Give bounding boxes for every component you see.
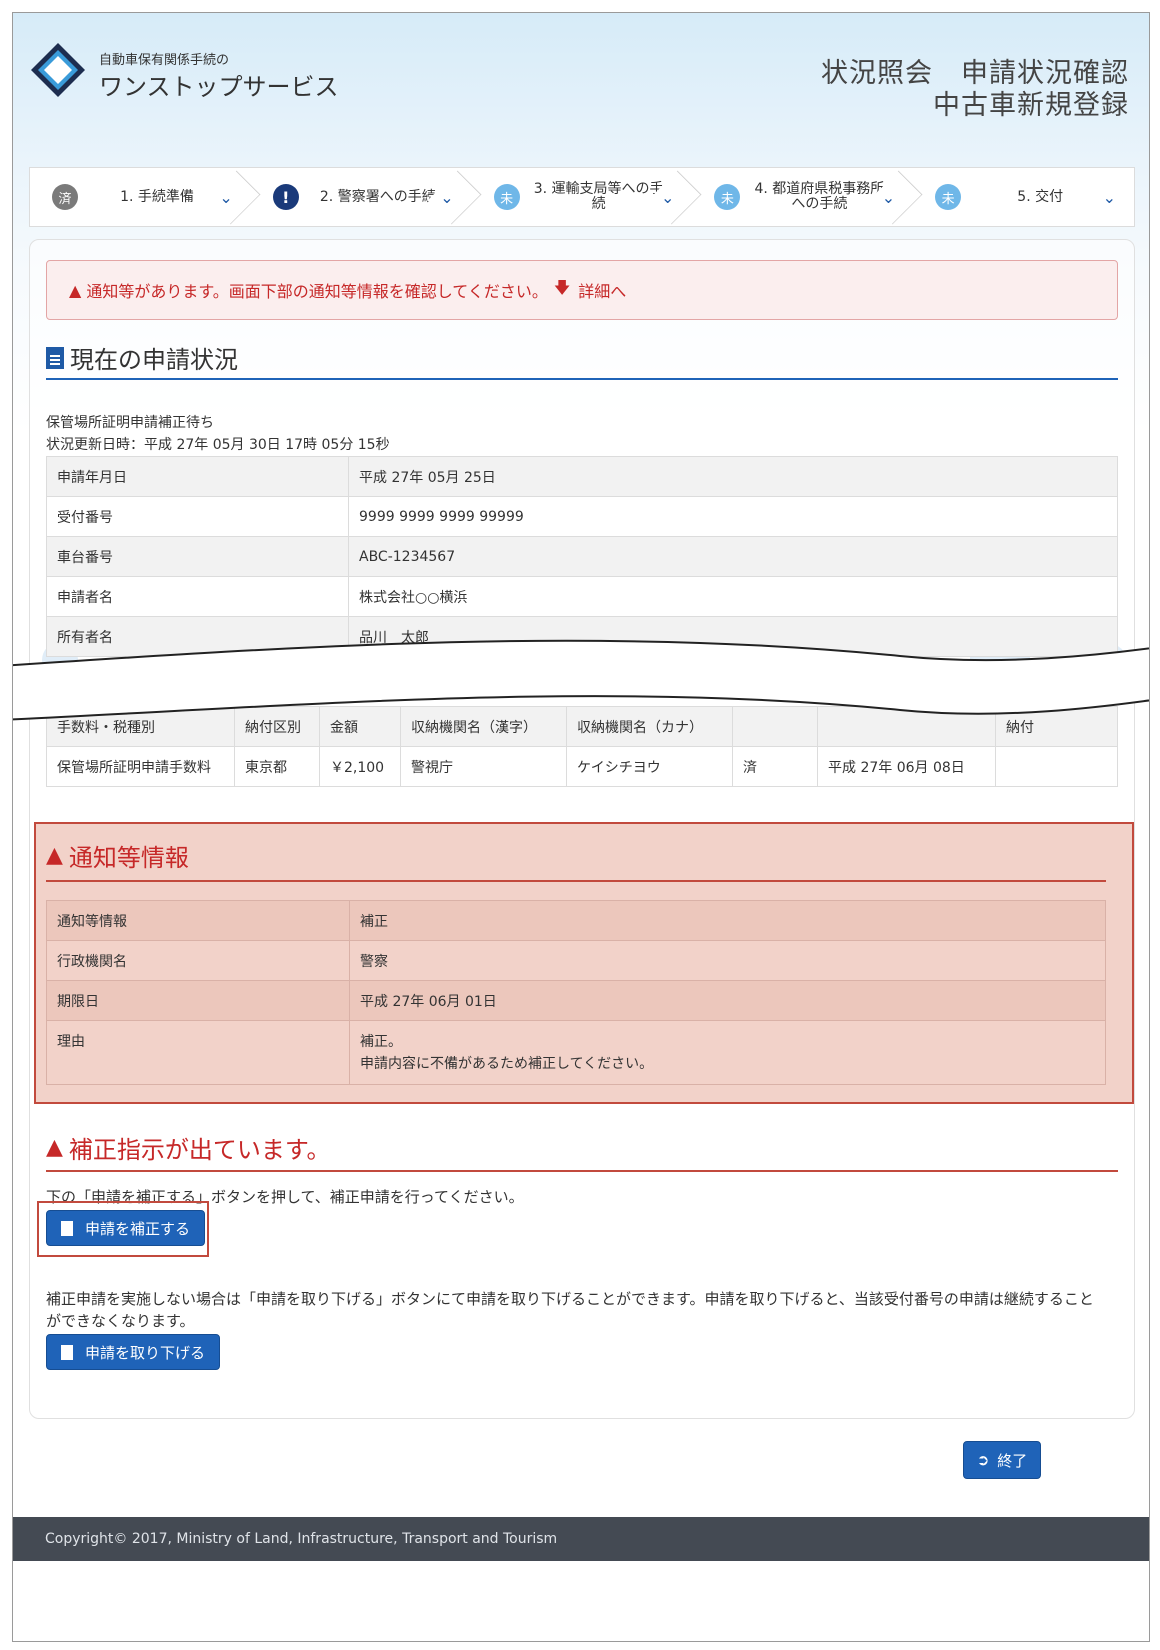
application-status: 保管場所証明申請補正待ち — [46, 415, 214, 431]
step-label: 4. 都道府県税事務所への手続 — [754, 181, 885, 212]
table-cell: 済 — [732, 746, 818, 787]
step-label: 5. 交付 — [1017, 188, 1064, 205]
chevron-down-icon[interactable]: ⌄ — [882, 188, 895, 207]
step-label: 3. 運輸支局等への手続 — [533, 181, 664, 212]
current-status-title: 現在の申請状況 — [70, 346, 238, 374]
table-row: 通知等情報 補正 — [46, 900, 1106, 941]
row-value: 9999 9999 9999 99999 — [348, 496, 1118, 537]
current-status-heading: 現在の申請状況 — [46, 340, 238, 375]
table-row: 保管場所証明申請手数料 東京都 ￥2,100 警視庁 ケイシチヨウ 済 平成 2… — [46, 746, 1118, 787]
step-3[interactable]: 未 3. 運輸支局等への手続 ⌄ — [472, 168, 702, 226]
step-todo-badge: 未 — [714, 184, 741, 210]
warning-icon: ▲ — [46, 1135, 63, 1160]
table-cell: 保管場所証明申請手数料 — [46, 746, 235, 787]
step-label: 2. 警察署への手続 — [319, 188, 436, 205]
document-icon — [46, 346, 64, 369]
button-label: 終了 — [997, 1451, 1028, 1470]
table-row: 理由 補正。 申請内容に不備があるため補正してください。 — [46, 1020, 1106, 1085]
table-row: 申請者名 株式会社○○横浜 — [46, 576, 1118, 617]
notification-title: 通知等情報 — [68, 844, 189, 872]
row-value: ABC-1234567 — [348, 536, 1118, 577]
warning-icon: ▲ — [69, 280, 87, 300]
footer: Copyright© 2017, Ministry of Land, Infra… — [13, 1517, 1149, 1561]
table-cell: 警視庁 — [400, 746, 567, 787]
row-label: 行政機関名 — [46, 940, 350, 981]
step-progress-bar: 済 1. 手続準備 ⌄ ! 2. 警察署への手続 ⌄ 未 3. 運輸支局等への手… — [29, 167, 1135, 227]
row-label: 申請者名 — [46, 576, 349, 617]
table-cell: 東京都 — [234, 746, 320, 787]
button-label: 申請を取り下げる — [85, 1343, 206, 1362]
page-frame: 自動車保有関係手続の ワンストップサービス 状況照会 申請状況確認 中古車新規登… — [12, 12, 1150, 1642]
row-value: 平成 27年 06月 01日 — [349, 980, 1106, 1021]
row-value: 警察 — [349, 940, 1106, 981]
row-label: 車台番号 — [46, 536, 349, 577]
highlight-frame — [37, 1201, 209, 1257]
table-row: 期限日 平成 27年 06月 01日 — [46, 980, 1106, 1021]
row-value: 補正 — [349, 900, 1106, 941]
withdraw-application-button[interactable]: 申請を取り下げる — [46, 1334, 221, 1370]
section-divider — [46, 378, 1118, 380]
step-label: 1. 手続準備 — [120, 188, 194, 205]
table-row: 行政機関名 警察 — [46, 940, 1106, 981]
warning-icon: ▲ — [46, 843, 63, 868]
exit-icon: ➲ — [976, 1451, 990, 1469]
step-2[interactable]: ! 2. 警察署への手続 ⌄ — [251, 168, 482, 226]
step-alert-badge: ! — [272, 184, 299, 210]
step-done-badge: 済 — [52, 184, 78, 210]
logo-icon — [31, 43, 85, 97]
correction-title: 補正指示が出ています。 — [68, 1136, 331, 1164]
table-row: 受付番号 9999 9999 9999 99999 — [46, 496, 1118, 537]
status-updated-time: 状況更新日時：平成 27年 05月 30日 17時 05分 15秒 — [46, 437, 390, 453]
chevron-down-icon[interactable]: ⌄ — [1103, 188, 1116, 207]
end-button[interactable]: ➲ 終了 — [963, 1441, 1041, 1479]
page-break-illustration — [13, 639, 1149, 721]
row-value: 株式会社○○横浜 — [348, 576, 1118, 617]
notification-heading: ▲ 通知等情報 — [46, 838, 189, 873]
file-icon — [61, 1344, 73, 1360]
step-todo-badge: 未 — [935, 184, 962, 210]
table-cell: 平成 27年 06月 08日 — [817, 746, 996, 787]
chevron-down-icon[interactable]: ⌄ — [440, 188, 453, 207]
step-4[interactable]: 未 4. 都道府県税事務所への手続 ⌄ — [692, 168, 923, 226]
step-5[interactable]: 未 5. 交付 ⌄ — [913, 168, 1134, 226]
row-value: 補正。 申請内容に不備があるため補正してください。 — [349, 1020, 1106, 1085]
section-divider — [46, 1170, 1118, 1172]
notice-text: 通知等があります。画面下部の通知等情報を確認してください。 — [86, 282, 548, 301]
reason-line: 補正。 — [360, 1034, 402, 1050]
chevron-down-icon[interactable]: ⌄ — [219, 188, 232, 207]
withdraw-guide: 補正申請を実施しない場合は「申請を取り下げる」ボタンにて申請を取り下げることがで… — [46, 1290, 1094, 1330]
row-label: 申請年月日 — [46, 456, 349, 497]
row-label: 通知等情報 — [46, 900, 350, 941]
application-info-table: 申請年月日 平成 27年 05月 25日 受付番号 9999 9999 9999… — [46, 456, 1118, 657]
step-1[interactable]: 済 1. 手続準備 ⌄ — [30, 168, 261, 226]
correction-heading: ▲ 補正指示が出ています。 — [46, 1130, 331, 1165]
chevron-down-icon[interactable]: ⌄ — [661, 188, 674, 207]
row-label: 受付番号 — [46, 496, 349, 537]
page-subtitle: 中古車新規登録 — [933, 90, 1129, 121]
row-label: 理由 — [46, 1020, 350, 1085]
section-divider — [46, 880, 1106, 882]
table-cell: ￥2,100 — [319, 746, 401, 787]
step-todo-badge: 未 — [493, 184, 520, 210]
table-cell — [995, 746, 1118, 787]
table-row: 車台番号 ABC-1234567 — [46, 536, 1118, 577]
row-label: 期限日 — [46, 980, 350, 1021]
row-value: 平成 27年 05月 25日 — [348, 456, 1118, 497]
arrow-down-icon: 🡇 — [553, 277, 571, 297]
brand-title: ワンストップサービス — [99, 73, 339, 101]
notice-alert: ▲ 通知等があります。画面下部の通知等情報を確認してください。 🡇 詳細へ — [46, 260, 1118, 320]
table-row: 申請年月日 平成 27年 05月 25日 — [46, 456, 1118, 497]
notice-detail-link[interactable]: 詳細へ — [578, 278, 626, 302]
notification-section: ▲ 通知等情報 通知等情報 補正 行政機関名 警察 期限日 平成 27年 06月… — [34, 822, 1134, 1104]
reason-detail: 申請内容に不備があるため補正してください。 — [360, 1056, 654, 1072]
brand-subtitle: 自動車保有関係手続の — [99, 53, 230, 68]
notification-table: 通知等情報 補正 行政機関名 警察 期限日 平成 27年 06月 01日 理由 … — [46, 900, 1106, 1085]
table-cell: ケイシチヨウ — [566, 746, 733, 787]
